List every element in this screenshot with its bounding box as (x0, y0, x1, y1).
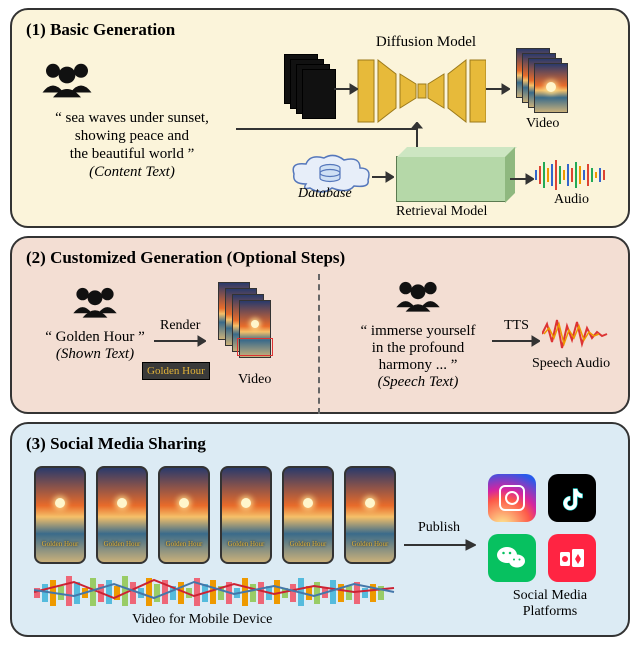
arrow-content-to-models (236, 122, 416, 136)
phone-frame: Golden Hour (220, 466, 272, 564)
panel2-divider (318, 274, 320, 414)
content-text-line2: showing peace and (32, 127, 232, 145)
content-text-block: “ sea waves under sunset, showing peace … (32, 60, 232, 181)
content-text-caption: (Content Text) (32, 163, 232, 181)
content-text-line3: the beautiful world ” (32, 145, 232, 163)
audio-label: Audio (554, 192, 589, 208)
panel-customized-generation: (2) Customized Generation (Optional Step… (10, 236, 630, 414)
phone-frame: Golden Hour (96, 466, 148, 564)
arrow-diffusion-to-video (486, 82, 510, 96)
video-mobile-label: Video for Mobile Device (132, 612, 272, 628)
speech-audio-label: Speech Audio (532, 356, 610, 372)
arrow-noise-to-diffusion (334, 82, 358, 96)
diffusion-model-label: Diffusion Model (361, 34, 491, 51)
social-platforms-label-l1: Social Media (500, 588, 600, 604)
arrow-db-to-retrieval (372, 170, 394, 184)
database-label: Database (298, 186, 352, 202)
arrow-render (154, 334, 206, 348)
people-icon (32, 60, 102, 104)
social-platforms-label-l2: Platforms (500, 604, 600, 620)
shown-text-caption: (Shown Text) (30, 346, 160, 363)
arrow-tts (492, 334, 540, 348)
panel2-title: (2) Customized Generation (Optional Step… (26, 248, 614, 268)
tts-label: TTS (504, 318, 529, 334)
render-label: Render (160, 318, 200, 334)
video-label-2: Video (238, 372, 271, 388)
panel3-title: (3) Social Media Sharing (26, 434, 614, 454)
speech-text-l3: harmony ... ” (338, 357, 498, 374)
video-label: Video (526, 116, 559, 132)
speech-text-l1: “ immerse yourself (338, 323, 498, 340)
panel3-content: Golden Hour Golden Hour Golden Hour Gold… (26, 460, 614, 635)
phone-frame: Golden Hour (344, 466, 396, 564)
panel1-content: “ sea waves under sunset, showing peace … (26, 46, 614, 221)
diffusion-model-icon (356, 54, 486, 129)
panel1-title: (1) Basic Generation (26, 20, 614, 40)
audio-waveform-icon (534, 158, 614, 192)
wechat-icon (488, 534, 536, 582)
people-icon (64, 284, 126, 324)
instagram-icon (488, 474, 536, 522)
speech-audio-waveform-icon (542, 314, 612, 354)
retrieval-model-icon (396, 156, 506, 202)
retrieval-model-label: Retrieval Model (396, 204, 487, 220)
speech-text-caption: (Speech Text) (338, 374, 498, 391)
arrow-retrieval-to-audio (510, 172, 534, 186)
people-icon (387, 278, 449, 318)
speech-text-l2: in the profound (338, 340, 498, 357)
shown-text-block: “ Golden Hour ” (Shown Text) (30, 284, 160, 363)
panel2-content: “ Golden Hour ” (Shown Text) Render Gold… (26, 274, 614, 414)
shown-text-line: “ Golden Hour ” (30, 329, 160, 346)
phone-frame: Golden Hour (158, 466, 210, 564)
publish-label: Publish (418, 520, 460, 536)
panel-basic-generation: (1) Basic Generation “ sea waves under s… (10, 8, 630, 228)
phone-frame: Golden Hour (282, 466, 334, 564)
xiaohongshu-icon (548, 534, 596, 582)
arrow-publish (404, 538, 476, 552)
content-text-line1: “ sea waves under sunset, (32, 109, 232, 127)
audio-spectrum-icon (34, 570, 396, 610)
speech-text-block: “ immerse yourself in the profound harmo… (338, 278, 498, 391)
panel-social-sharing: (3) Social Media Sharing Golden Hour Gol… (10, 422, 630, 637)
tiktok-icon (548, 474, 596, 522)
golden-hour-chip: Golden Hour (142, 362, 210, 380)
phone-frame: Golden Hour (34, 466, 86, 564)
